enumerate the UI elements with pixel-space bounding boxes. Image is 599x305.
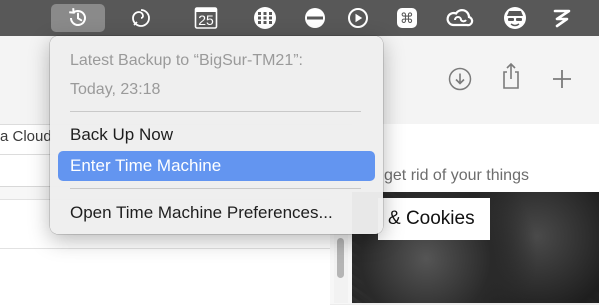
keypad-menu-extra[interactable] (251, 4, 279, 32)
no-entry-icon (305, 8, 325, 28)
z-menu-extra[interactable] (548, 4, 576, 32)
list-divider (0, 248, 330, 249)
new-tab-button[interactable] (549, 66, 575, 92)
svg-text:⌘: ⌘ (400, 11, 414, 27)
sidebar-cloud-label[interactable]: a Cloud (0, 126, 52, 148)
spy-menu-extra[interactable] (500, 4, 530, 32)
latest-backup-time: Today, 23:18 (70, 81, 161, 98)
creative-cloud-menu-extra[interactable] (444, 4, 476, 32)
media-menu-extra[interactable] (344, 4, 372, 32)
download-button[interactable] (447, 66, 473, 92)
share-icon (503, 62, 519, 89)
plus-icon (553, 70, 571, 88)
menu-separator (70, 188, 361, 189)
banner-label: & Cookies (378, 198, 490, 240)
time-machine-menu: Latest Backup to “BigSur-TM21”: Today, 2… (50, 36, 383, 234)
menu-separator (70, 111, 361, 112)
time-machine-icon (69, 8, 86, 26)
enter-time-machine-item[interactable]: Enter Time Machine (58, 151, 375, 181)
calendar-date: 25 (198, 12, 214, 28)
scrollbar-thumb[interactable] (337, 238, 344, 278)
download-icon (448, 67, 472, 91)
command-menu-extra[interactable]: ⌘ (393, 4, 421, 32)
spy-avatar-icon (504, 7, 526, 29)
sync-spiral-icon (132, 9, 150, 27)
latest-backup-label: Latest Backup to “BigSur-TM21”: (70, 52, 303, 69)
z-logo-icon (553, 9, 571, 28)
time-machine-menu-extra[interactable] (51, 4, 105, 32)
open-preferences-item[interactable]: Open Time Machine Preferences... (58, 198, 375, 228)
back-up-now-item[interactable]: Back Up Now (58, 120, 375, 150)
play-circle-icon (348, 8, 368, 28)
tagline-text: get rid of your things (384, 167, 529, 184)
menu-bar: 25 ⌘ (0, 0, 599, 36)
creative-cloud-icon (446, 9, 474, 27)
keypad-grid-icon (254, 7, 276, 29)
command-key-icon: ⌘ (397, 8, 417, 28)
calendar-menu-extra[interactable]: 25 (192, 4, 220, 32)
share-button[interactable] (498, 62, 524, 89)
block-menu-extra[interactable] (301, 4, 329, 32)
sync-menu-extra[interactable] (126, 4, 156, 32)
